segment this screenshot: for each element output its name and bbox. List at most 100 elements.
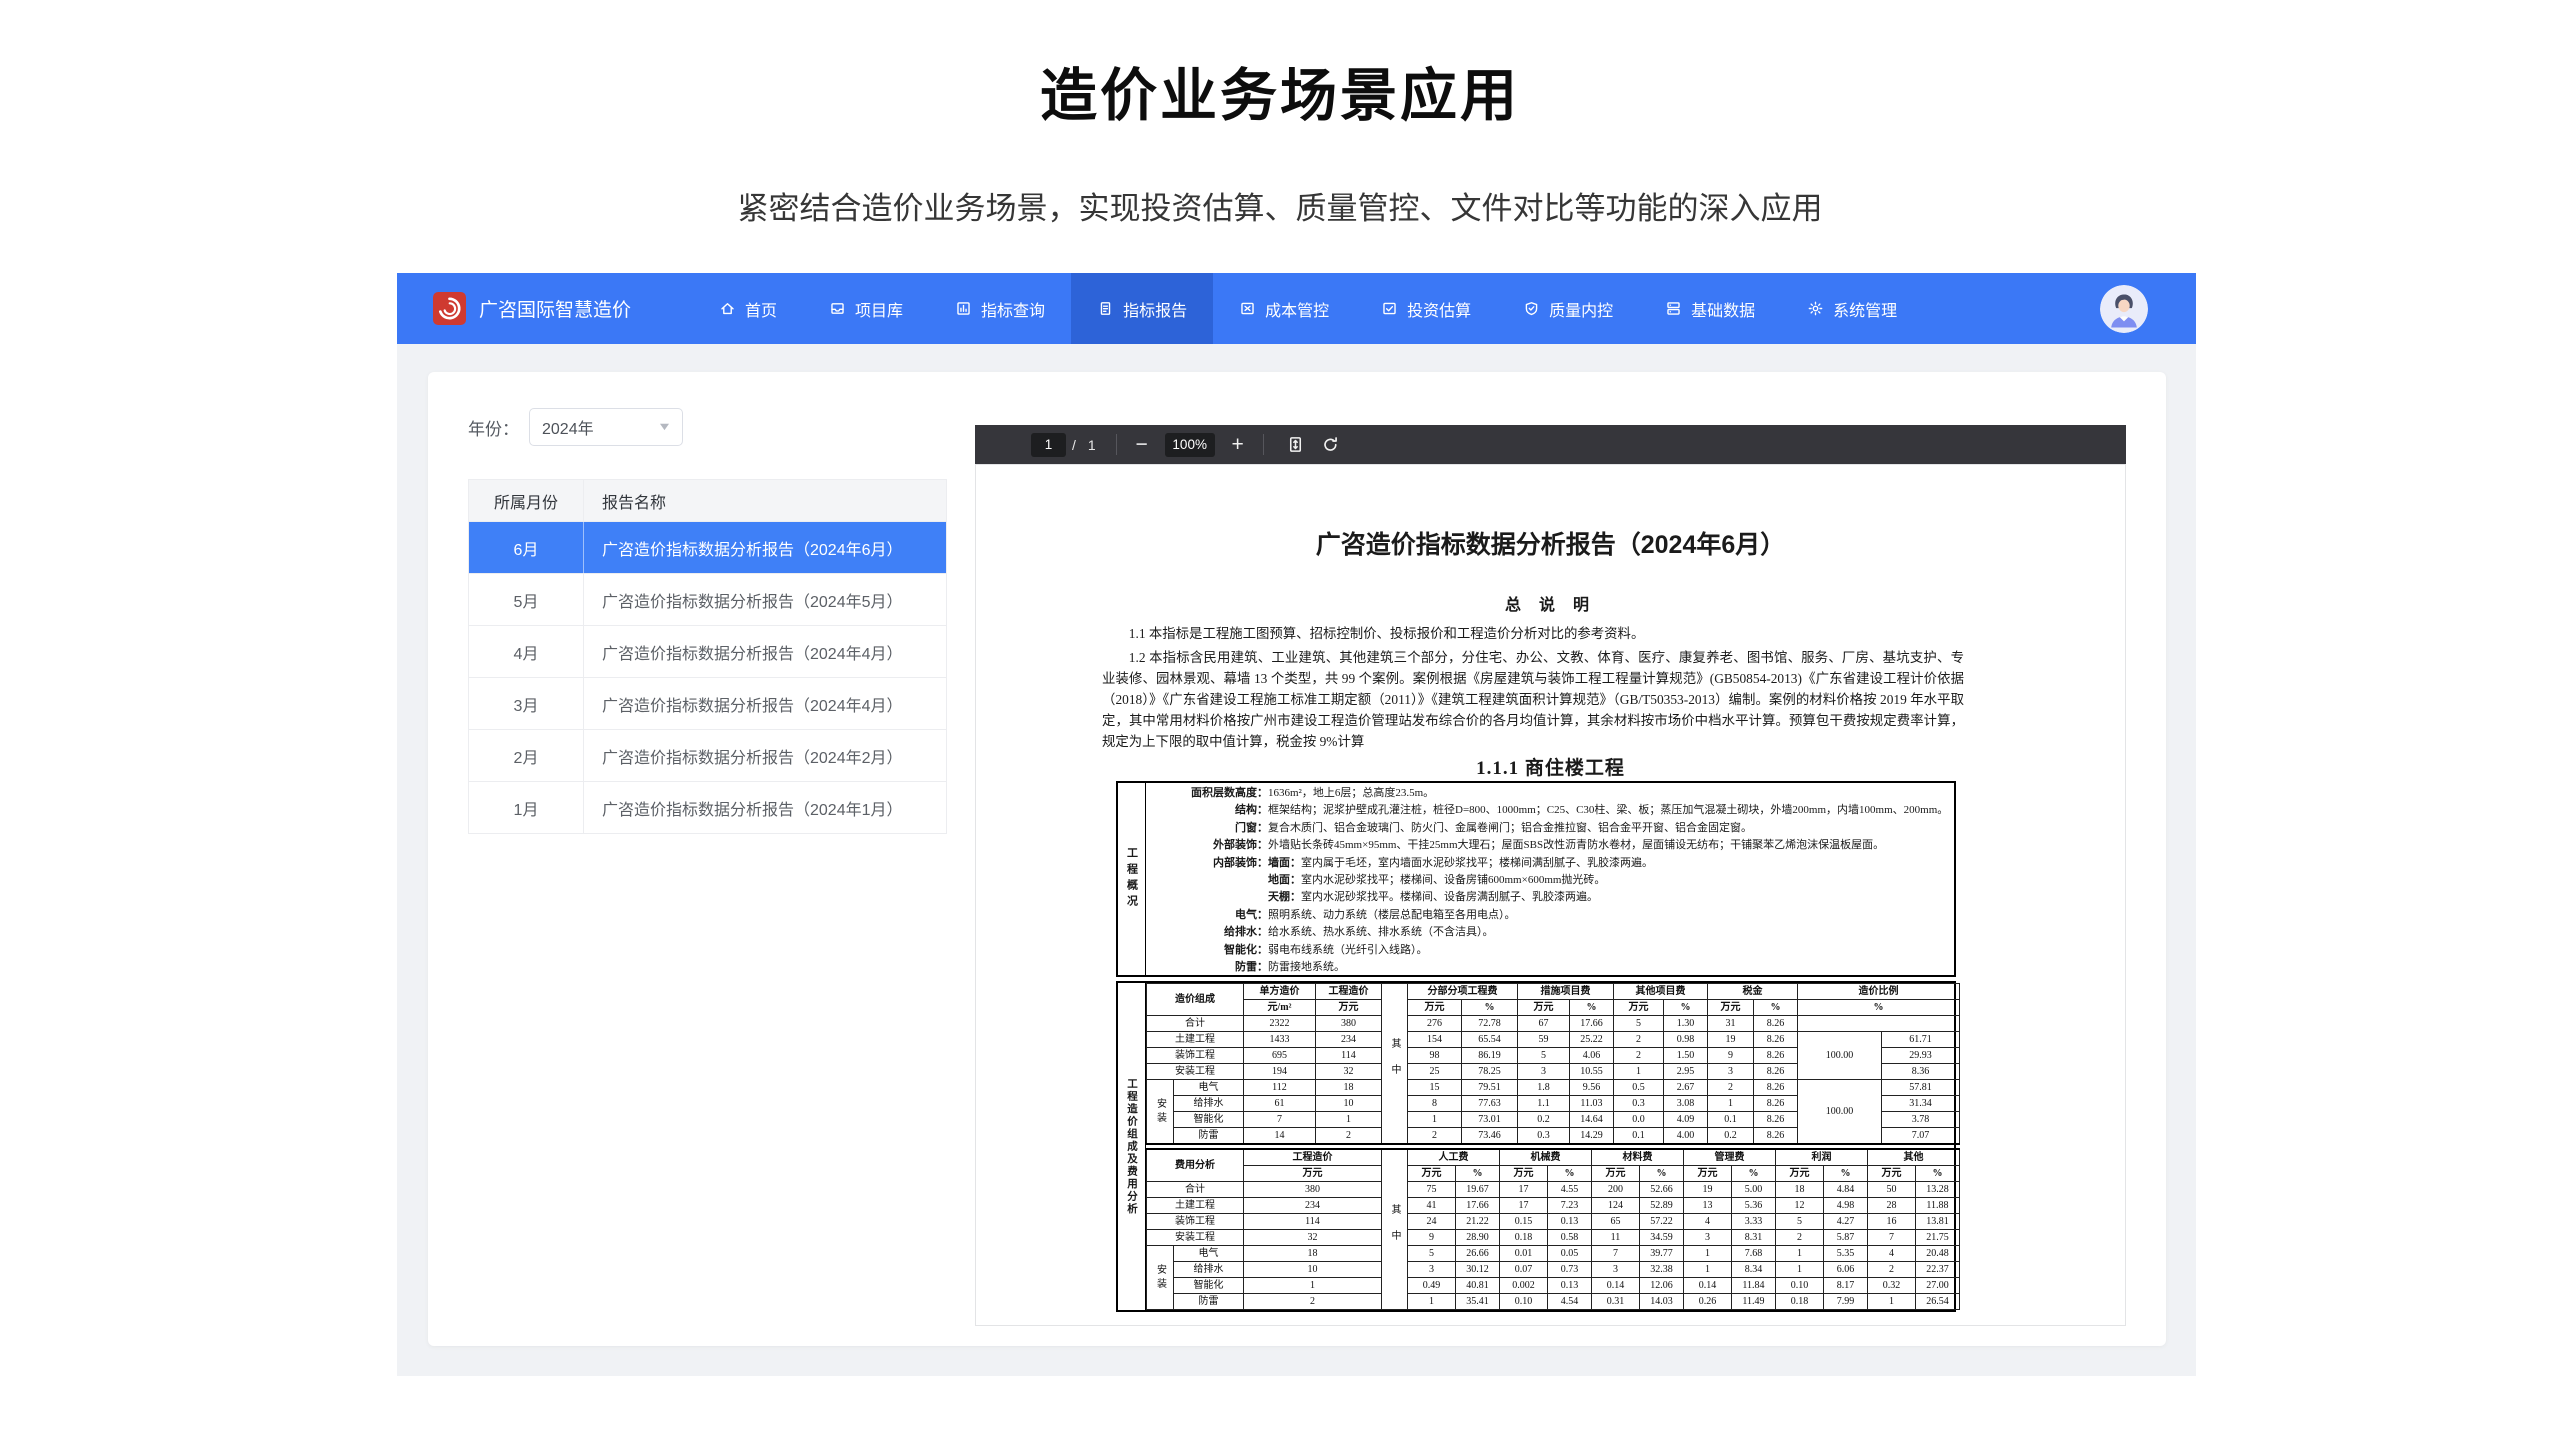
nav-item-home[interactable]: 首页 xyxy=(693,273,803,344)
pdf-toolbar: 1 / 1 − 100% + xyxy=(975,425,2126,464)
table-cell: 380 xyxy=(1244,1182,1382,1198)
table-cell: 57.81 xyxy=(1882,1080,1960,1096)
table-cell: 28 xyxy=(1868,1198,1916,1214)
investment-estimate-icon xyxy=(1381,300,1398,317)
zoom-in-button[interactable]: + xyxy=(1227,434,1249,455)
table-cell: 35.41 xyxy=(1456,1294,1500,1310)
table-cell: 8.26 xyxy=(1754,1128,1798,1145)
report-row[interactable]: 2月广咨造价指标数据分析报告（2024年2月） xyxy=(469,729,946,781)
report-title: 广咨造价指标数据分析报告（2024年6月） xyxy=(976,525,2125,561)
rotate-icon[interactable] xyxy=(1321,435,1340,454)
table-cell: 利润 xyxy=(1776,1149,1868,1166)
overview-line: 门窗：复合木质门、铝合金玻璃门、防火门、金属卷闸门；铝合金推拉窗、铝合金平开窗、… xyxy=(1146,820,1946,837)
table-cell: % xyxy=(1732,1166,1776,1182)
table-cell: 27.00 xyxy=(1916,1278,1960,1294)
table-cell: 0.49 xyxy=(1408,1278,1456,1294)
table-cell: 12.06 xyxy=(1640,1278,1684,1294)
pdf-viewer: 1 / 1 − 100% + 广咨造价指标数据分析报告（2024年6月） 总 说… xyxy=(975,425,2126,1325)
table-cell: 8.26 xyxy=(1754,1096,1798,1112)
report-row[interactable]: 6月广咨造价指标数据分析报告（2024年6月） xyxy=(469,521,946,573)
table-cell: 52.89 xyxy=(1640,1198,1684,1214)
nav-item-system-management[interactable]: 系统管理 xyxy=(1781,273,1923,344)
page-subtitle: 紧密结合造价业务场景，实现投资估算、质量管控、文件对比等功能的深入应用 xyxy=(0,183,2560,228)
table-cell: 11.49 xyxy=(1732,1294,1776,1310)
table-cell: 39.77 xyxy=(1640,1246,1684,1262)
table-cell: 给排水 xyxy=(1174,1096,1244,1112)
table-cell: 工程造价 xyxy=(1244,1149,1382,1166)
user-avatar[interactable] xyxy=(2100,285,2148,333)
nav-item-label: 质量内控 xyxy=(1549,297,1613,321)
table-cell: 78.25 xyxy=(1462,1064,1518,1080)
table-cell: 万元 xyxy=(1408,1000,1462,1016)
table-cell: 其他项目费 xyxy=(1614,984,1708,1000)
table-cell: 5 xyxy=(1776,1214,1824,1230)
overview-line: 结构：框架结构；泥浆护壁成孔灌注桩，桩径D=800、1000mm；C25、C30… xyxy=(1146,802,1946,819)
table-cell: 2 xyxy=(1408,1128,1462,1145)
table-cell: 9.56 xyxy=(1570,1080,1614,1096)
table-cell: 0.13 xyxy=(1548,1278,1592,1294)
page-title: 造价业务场景应用 xyxy=(0,50,2560,132)
report-row[interactable]: 5月广咨造价指标数据分析报告（2024年5月） xyxy=(469,573,946,625)
table-cell: 7 xyxy=(1592,1246,1640,1262)
table-cell: 5.35 xyxy=(1824,1246,1868,1262)
table-cell: 7.07 xyxy=(1882,1128,1960,1145)
table-cell: 75 xyxy=(1408,1182,1456,1198)
base-data-icon xyxy=(1665,300,1682,317)
report-row[interactable]: 4月广咨造价指标数据分析报告（2024年4月） xyxy=(469,625,946,677)
table-cell: 21.22 xyxy=(1456,1214,1500,1230)
zoom-out-button[interactable]: − xyxy=(1131,434,1153,455)
table-cell: 79.51 xyxy=(1462,1080,1518,1096)
table-cell: 16 xyxy=(1868,1214,1916,1230)
table-cell: 1.50 xyxy=(1664,1048,1708,1064)
table-cell: 0.3 xyxy=(1518,1128,1570,1145)
nav-item-label: 投资估算 xyxy=(1407,297,1471,321)
table-cell: 分部分项工程费 xyxy=(1408,984,1518,1000)
table-cell: 4.09 xyxy=(1664,1112,1708,1128)
table-cell: 24 xyxy=(1408,1214,1456,1230)
table-cell: 14.64 xyxy=(1570,1112,1614,1128)
table-cell: 4.54 xyxy=(1548,1294,1592,1310)
brand: 广咨国际智慧造价 xyxy=(433,292,631,325)
table-cell: 30.12 xyxy=(1456,1262,1500,1278)
report-row[interactable]: 3月广咨造价指标数据分析报告（2024年4月） xyxy=(469,677,946,729)
table-cell: 其中 xyxy=(1382,1149,1408,1310)
table-cell: 万元 xyxy=(1592,1166,1640,1182)
nav-item-cost-control[interactable]: 成本管控 xyxy=(1213,273,1355,344)
table-cell: 8.26 xyxy=(1754,1080,1798,1096)
subsection-heading: 1.1.1 商住楼工程 xyxy=(976,753,2125,780)
table-cell: 1433 xyxy=(1244,1032,1316,1048)
table-cell: 11.03 xyxy=(1570,1096,1614,1112)
table-cell: 0.14 xyxy=(1684,1278,1732,1294)
table-cell: 17.66 xyxy=(1570,1016,1614,1032)
app-window: 广咨国际智慧造价 首页项目库指标查询指标报告成本管控 投资估算 质量内控 基础数据系统… xyxy=(397,273,2196,1376)
table-cell: 8.17 xyxy=(1824,1278,1868,1294)
report-month-cell: 4月 xyxy=(469,626,584,677)
table-cell: 61 xyxy=(1244,1096,1316,1112)
table-cell: 7.99 xyxy=(1824,1294,1868,1310)
overview-lines: 面积层数高度：1636m²，地上6层；总高度23.5m。结构：框架结构；泥浆护壁… xyxy=(1146,783,1954,975)
year-select[interactable]: 2024年 ▼ xyxy=(529,408,683,446)
nav-item-quality-control[interactable]: 质量内控 xyxy=(1497,273,1639,344)
table-cell: 234 xyxy=(1244,1198,1382,1214)
table-cell: 1 xyxy=(1614,1064,1664,1080)
table-cell: 200 xyxy=(1592,1182,1640,1198)
fit-to-page-icon[interactable] xyxy=(1286,435,1305,454)
table-cell: 26.66 xyxy=(1456,1246,1500,1262)
table-cell: 0.18 xyxy=(1776,1294,1824,1310)
paragraph-1-1: 1.1 本指标是工程施工图预算、招标控制价、投标报价和工程造价分析对比的参考资料… xyxy=(1102,623,1964,644)
nav-item-base-data[interactable]: 基础数据 xyxy=(1639,273,1781,344)
nav-item-indicator-report[interactable]: 指标报告 xyxy=(1071,273,1213,344)
table-cell: 32.38 xyxy=(1640,1262,1684,1278)
table-cell: 13 xyxy=(1684,1198,1732,1214)
table-cell: 13.28 xyxy=(1916,1182,1960,1198)
nav-item-indicator-query[interactable]: 指标查询 xyxy=(929,273,1071,344)
cost-control-icon xyxy=(1239,300,1256,317)
nav-item-project-library[interactable]: 项目库 xyxy=(803,273,929,344)
report-row[interactable]: 1月广咨造价指标数据分析报告（2024年1月） xyxy=(469,781,946,833)
page-number-input[interactable]: 1 xyxy=(1031,433,1066,457)
general-notes-heading: 总 说 明 xyxy=(976,591,2125,615)
nav-item-investment-estimate[interactable]: 投资估算 xyxy=(1355,273,1497,344)
table-cell: 52.66 xyxy=(1640,1182,1684,1198)
table-cell: 8.36 xyxy=(1882,1064,1960,1080)
table-cell: 72.78 xyxy=(1462,1016,1518,1032)
